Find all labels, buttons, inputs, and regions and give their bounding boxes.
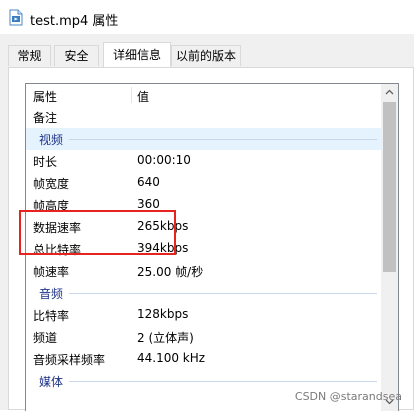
list-item[interactable]: 音频采样频率 44.100 kHz <box>26 348 381 370</box>
group-divider <box>69 139 377 140</box>
tab-details[interactable]: 详细信息 <box>103 42 171 67</box>
group-divider <box>69 293 377 294</box>
property-value: 394kbps <box>137 241 189 255</box>
property-name: 帧宽度 <box>33 177 70 191</box>
group-label: 音频 <box>39 287 64 301</box>
column-header-property[interactable]: 属性 <box>33 88 57 105</box>
details-panel: 属性 值 备注 视频 时长 00:00:10 帧宽度 640 帧高度 360 数… <box>8 67 414 411</box>
property-value: 2 (立体声) <box>137 331 194 345</box>
tab-strip: 常规 安全 详细信息 以前的版本 <box>8 42 408 68</box>
property-name: 帧高度 <box>33 199 70 213</box>
property-name: 帧速率 <box>33 265 70 279</box>
properties-dialog: 常规 安全 详细信息 以前的版本 属性 值 备注 视频 时长 00:00:10 <box>0 34 414 411</box>
property-value: 360 <box>137 197 160 211</box>
scroll-up-button[interactable] <box>381 84 398 101</box>
group-header-audio[interactable]: 音频 <box>26 282 381 304</box>
property-name: 音频采样频率 <box>33 353 106 367</box>
tab-general[interactable]: 常规 <box>8 45 51 66</box>
list-item[interactable]: 总比特率 394kbps <box>26 238 381 260</box>
property-name: 频道 <box>33 331 58 345</box>
chevron-up-icon <box>385 89 394 95</box>
window-title: test.mp4 属性 <box>30 14 119 29</box>
watermark: CSDN @starandsea <box>294 390 402 403</box>
property-value: 128kbps <box>137 307 189 321</box>
column-divider[interactable] <box>131 87 132 103</box>
tab-previous-versions[interactable]: 以前的版本 <box>171 45 241 66</box>
property-value: 00:00:10 <box>137 153 191 167</box>
property-value: 640 <box>137 175 160 189</box>
property-name: 比特率 <box>33 309 70 323</box>
list-item[interactable]: 备注 <box>26 106 381 128</box>
property-value: 25.00 帧/秒 <box>137 265 204 279</box>
title-bar: test.mp4 属性 <box>0 0 414 34</box>
list-item[interactable]: 数据速率 265kbps <box>26 216 381 238</box>
property-name: 数据速率 <box>33 221 82 235</box>
vertical-scrollbar[interactable] <box>381 84 398 411</box>
property-value: 265kbps <box>137 219 189 233</box>
group-header-media[interactable]: 媒体 <box>26 370 381 392</box>
list-header: 属性 值 <box>26 84 381 106</box>
property-name: 时长 <box>33 155 58 169</box>
column-header-value[interactable]: 值 <box>137 88 149 105</box>
group-divider <box>69 381 377 382</box>
list-item[interactable]: 帧速率 25.00 帧/秒 <box>26 260 381 282</box>
scrollbar-thumb[interactable] <box>383 102 396 272</box>
property-name: 备注 <box>33 111 58 125</box>
list-item[interactable]: 帧宽度 640 <box>26 172 381 194</box>
group-label: 视频 <box>39 133 64 147</box>
list-item[interactable]: 比特率 128kbps <box>26 304 381 326</box>
details-list[interactable]: 属性 值 备注 视频 时长 00:00:10 帧宽度 640 帧高度 360 数… <box>25 83 399 411</box>
video-file-icon <box>9 9 23 26</box>
tab-security[interactable]: 安全 <box>54 45 99 66</box>
list-item[interactable]: 时长 00:00:10 <box>26 150 381 172</box>
list-item[interactable]: 帧高度 360 <box>26 194 381 216</box>
property-value: 44.100 kHz <box>137 351 206 365</box>
property-name: 总比特率 <box>33 243 82 257</box>
list-item[interactable]: 频道 2 (立体声) <box>26 326 381 348</box>
group-header-video[interactable]: 视频 <box>26 128 381 150</box>
group-label: 媒体 <box>39 375 64 389</box>
